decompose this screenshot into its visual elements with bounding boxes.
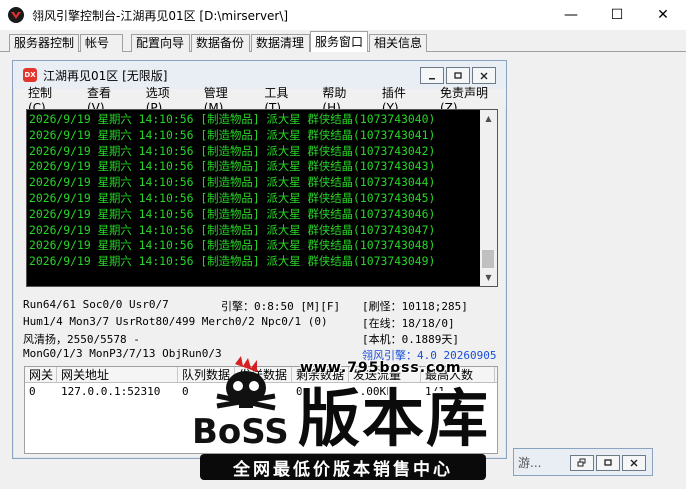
window-titlebar: 翎风引擎控制台-江湖再见01区 [D:\mirserver\] — ☐ ✕: [0, 0, 686, 30]
status-mon: MonG0/1/3 MonP3/7/13 ObjRun0/3: [23, 347, 222, 360]
tab-config-wizard[interactable]: 配置向导: [131, 34, 190, 52]
close-icon: [630, 459, 638, 467]
scroll-down-icon[interactable]: ▼: [480, 269, 497, 286]
minimized-controls: [570, 455, 646, 471]
watermark-title: 版本库: [298, 382, 491, 455]
child-close-button[interactable]: [472, 67, 496, 84]
minimize-button[interactable]: —: [548, 0, 594, 30]
table-cell: 127.0.0.1:52310: [61, 385, 161, 398]
table-cell: 0: [29, 385, 36, 398]
tab-data-cleanup[interactable]: 数据清理: [251, 34, 310, 52]
status-refresh: [刷怪：10118;285]: [362, 300, 468, 313]
close-button[interactable]: ✕: [640, 0, 686, 30]
console-line: 2026/9/19 星期六 14:10:56 [制造物品] 派大星 群侠结晶(1…: [29, 143, 436, 158]
close-icon: [480, 72, 488, 79]
status-run: Run64/61 Soc0/0 Usr0/7: [23, 298, 169, 311]
console-line: 2026/9/19 星期六 14:10:56 [制造物品] 派大星 群侠结晶(1…: [29, 159, 436, 174]
status-local: [本机：0.1889天]: [362, 333, 459, 346]
column-header[interactable]: 网关: [25, 367, 57, 382]
console-scrollbar[interactable]: ▲ ▼: [480, 110, 497, 286]
status-engine-uptime: 引擎：0:8:50 [M][F]: [221, 300, 341, 313]
tab-bar: 服务器控制 帐号 配置向导 数据备份 数据清理 服务窗口 相关信息: [0, 30, 686, 53]
maximize-icon: [604, 459, 612, 466]
console-line: 2026/9/19 星期六 14:10:56 [制造物品] 派大星 群侠结晶(1…: [29, 175, 436, 190]
console-line: 2026/9/19 星期六 14:10:56 [制造物品] 派大星 群侠结晶(1…: [29, 127, 436, 142]
mini-close-button[interactable]: [622, 455, 646, 471]
scroll-thumb[interactable]: [482, 250, 494, 268]
minimize-icon: [429, 77, 435, 79]
child-minimize-button[interactable]: [420, 67, 444, 84]
console-line: 2026/9/19 星期六 14:10:56 [制造物品] 派大星 群侠结晶(1…: [29, 190, 436, 205]
child-restore-button[interactable]: [446, 67, 470, 84]
console-line: 2026/9/19 星期六 14:10:56 [制造物品] 派大星 群侠结晶(1…: [29, 222, 436, 237]
console-line: 2026/9/19 星期六 14:10:56 [制造物品] 派大星 群侠结晶(1…: [29, 254, 436, 269]
log-console[interactable]: 2026/9/19 星期六 14:10:56 [制造物品] 派大星 群侠结晶(1…: [26, 109, 498, 287]
window-controls: — ☐ ✕: [548, 0, 686, 30]
child-menu-bar: 控制(C) 查看(V) 选项(P) 管理(M) 工具(T) 帮助(H) 插件(Y…: [14, 86, 506, 115]
watermark-banner-text: 全网最低价版本销售中心: [233, 459, 453, 480]
engine-app-icon: DX: [23, 68, 37, 82]
restore-icon: [577, 458, 586, 467]
minimized-title: 游...: [518, 455, 542, 470]
tab-server-control[interactable]: 服务器控制: [9, 34, 79, 52]
minimized-child-window[interactable]: 游...: [513, 448, 653, 476]
watermark-url: www.795boss.com: [300, 360, 462, 376]
child-title: 江湖再见01区 [无限版]: [43, 68, 168, 83]
console-lines: 2026/9/19 星期六 14:10:56 [制造物品] 派大星 群侠结晶(1…: [29, 112, 479, 270]
mini-restore-button[interactable]: [570, 455, 594, 471]
mini-maximize-button[interactable]: [596, 455, 620, 471]
console-line: 2026/9/19 星期六 14:10:56 [制造物品] 派大星 群侠结晶(1…: [29, 112, 436, 126]
status-player: 风清扬，2550/5578 -: [23, 333, 140, 346]
watermark-boss: BoSS: [192, 412, 289, 452]
status-hum: Hum1/4 Mon3/7 UsrRot80/499 Merch0/2 Npc0…: [23, 315, 328, 328]
console-line: 2026/9/19 星期六 14:10:56 [制造物品] 派大星 群侠结晶(1…: [29, 238, 436, 253]
tab-account[interactable]: 帐号: [80, 34, 123, 52]
console-line: 2026/9/19 星期六 14:10:56 [制造物品] 派大星 群侠结晶(1…: [29, 206, 436, 221]
tab-service-window[interactable]: 服务窗口: [310, 31, 368, 53]
maximize-button[interactable]: ☐: [594, 0, 640, 30]
column-header[interactable]: 网关地址: [57, 367, 178, 382]
scroll-up-icon[interactable]: ▲: [480, 110, 497, 127]
window-title: 翎风引擎控制台-江湖再见01区 [D:\mirserver\]: [32, 8, 289, 23]
watermark-banner: 全网最低价版本销售中心: [200, 454, 486, 480]
tab-data-backup[interactable]: 数据备份: [191, 34, 250, 52]
restore-icon: [454, 71, 462, 79]
child-window-controls: [420, 67, 496, 84]
skull-logo-icon: [216, 356, 276, 411]
app-logo-icon: [8, 7, 24, 23]
tab-related-info[interactable]: 相关信息: [369, 34, 427, 52]
status-online: [在线：18/18/0]: [362, 317, 455, 330]
